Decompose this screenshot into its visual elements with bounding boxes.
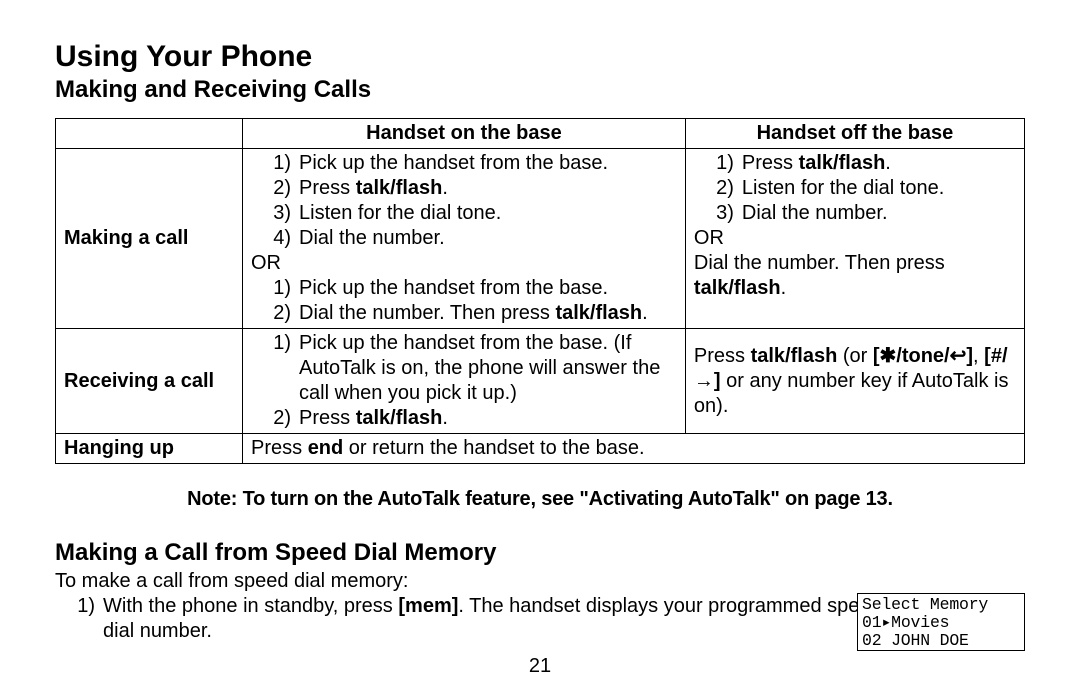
list-item: Press talk/flash.: [742, 151, 1016, 176]
list-item: Dial the number.: [299, 226, 677, 251]
row-label-making: Making a call: [56, 149, 243, 329]
row-label-receiving: Receiving a call: [56, 329, 243, 434]
list-item: Pick up the handset from the base.: [299, 276, 677, 301]
col-header-on: Handset on the base: [243, 119, 686, 149]
list-item: Press talk/flash.: [299, 176, 677, 201]
list-item: Dial the number. Then press talk/flash.: [299, 301, 677, 326]
list-item: Pick up the handset from the base.: [299, 151, 677, 176]
calls-table: Handset on the base Handset off the base…: [55, 118, 1025, 464]
autotalk-note: Note: To turn on the AutoTalk feature, s…: [55, 488, 1025, 511]
lcd-screen: Select Memory 01▸Movies 02 JOHN DOE: [857, 593, 1025, 651]
page-number: 21: [0, 655, 1080, 678]
col-header-off: Handset off the base: [685, 119, 1024, 149]
list-item: Listen for the dial tone.: [742, 176, 1016, 201]
alt-instruction: Dial the number. Then press talk/flash.: [694, 251, 1016, 301]
section-subtitle: Making and Receiving Calls: [55, 76, 1025, 104]
list-item: Dial the number.: [742, 201, 1016, 226]
cell-receiving-off: Press talk/flash (or [✱/tone/↩], [#/→] o…: [685, 329, 1024, 434]
speed-dial-intro: To make a call from speed dial memory:: [55, 569, 1025, 594]
cell-making-off: Press talk/flash. Listen for the dial to…: [685, 149, 1024, 329]
list-item: Press talk/flash.: [299, 406, 677, 431]
or-divider: OR: [251, 251, 677, 276]
table-row: Making a call Pick up the handset from t…: [56, 149, 1025, 329]
list-item: With the phone in standby, press [mem]. …: [103, 594, 883, 644]
cell-hanging: Press end or return the handset to the b…: [243, 434, 1025, 464]
speed-dial-title: Making a Call from Speed Dial Memory: [55, 539, 1025, 567]
cell-receiving-on: Pick up the handset from the base. (If A…: [243, 329, 686, 434]
or-divider: OR: [694, 226, 1016, 251]
row-label-hanging: Hanging up: [56, 434, 243, 464]
page-title: Using Your Phone: [55, 40, 1025, 74]
table-row: Hanging up Press end or return the hands…: [56, 434, 1025, 464]
table-row: Receiving a call Pick up the handset fro…: [56, 329, 1025, 434]
cell-making-on: Pick up the handset from the base. Press…: [243, 149, 686, 329]
list-item: Listen for the dial tone.: [299, 201, 677, 226]
list-item: Pick up the handset from the base. (If A…: [299, 331, 677, 406]
